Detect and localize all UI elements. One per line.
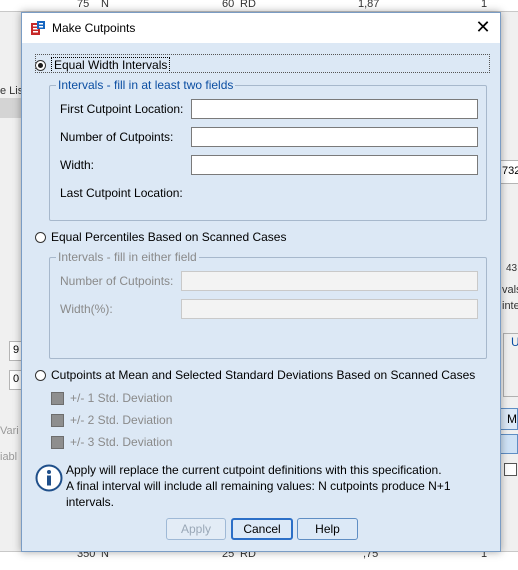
bg-fragment: Vari <box>0 425 19 437</box>
bg-field: 732 <box>499 160 518 184</box>
checkbox-disabled <box>51 435 64 449</box>
info-icon <box>35 464 63 492</box>
info-text-line: intervals. <box>66 495 115 509</box>
title-bar: Make Cutpoints ✕ <box>22 13 500 43</box>
sd-1-checkbox: +/- 1 Std. Deviation <box>51 391 172 405</box>
background-table-row-top: 75 N 60 RD 1,87 1 <box>0 0 518 12</box>
info-text-line: A final interval will include all remain… <box>66 479 451 493</box>
group-title: Intervals - fill in at least two fields <box>56 78 236 92</box>
bg-fragment: 43 <box>506 263 518 274</box>
bg-fragment: inte <box>502 300 518 312</box>
group-title: Intervals - fill in either field <box>56 250 199 264</box>
apply-button[interactable]: Apply <box>166 518 226 540</box>
info-text-line: Apply will replace the current cutpoint … <box>66 463 442 477</box>
help-button[interactable]: Help <box>297 518 358 540</box>
equal-percentiles-radio[interactable]: Equal Percentiles Based on Scanned Cases <box>35 228 286 246</box>
first-cutpoint-input[interactable] <box>191 99 478 119</box>
sd-2-checkbox: +/- 2 Std. Deviation <box>51 413 172 427</box>
make-cutpoints-dialog: Make Cutpoints ✕ Equal Width Intervals I… <box>21 12 501 552</box>
bg-button: M <box>500 408 518 430</box>
bg-button <box>500 434 518 454</box>
sd-3-checkbox: +/- 3 Std. Deviation <box>51 435 172 449</box>
bg-cell-num: 75 <box>77 0 90 10</box>
focus-rectangle <box>35 54 490 73</box>
bg-cell-unit: N <box>101 0 109 10</box>
bg-cell-val: 60 <box>222 0 235 10</box>
mean-sd-radio[interactable]: Cutpoints at Mean and Selected Standard … <box>35 366 475 384</box>
close-button[interactable]: ✕ <box>470 16 496 40</box>
last-cutpoint-label: Last Cutpoint Location: <box>60 186 183 200</box>
width-input[interactable] <box>191 155 478 175</box>
checkbox-disabled <box>51 391 64 405</box>
bg-cell-dec: 1,87 <box>358 0 380 10</box>
sd-2-label: +/- 2 Std. Deviation <box>70 413 173 427</box>
width-label: Width: <box>60 158 95 172</box>
bg-group: U <box>503 333 518 397</box>
pct-width-label: Width(%): <box>60 302 113 316</box>
close-icon: ✕ <box>475 17 491 37</box>
bg-cell-last: 1 <box>481 0 488 10</box>
cancel-button[interactable]: Cancel <box>231 518 293 540</box>
background-table-row-bottom: 350 N 25 RD ,75 1 <box>0 548 518 570</box>
bg-header-strip <box>0 98 21 118</box>
first-cutpoint-label: First Cutpoint Location: <box>60 102 184 116</box>
bg-fragment: iabl <box>0 451 18 463</box>
dialog-title: Make Cutpoints <box>52 21 136 35</box>
radio-button[interactable] <box>35 231 46 243</box>
sd-1-label: +/- 1 Std. Deviation <box>70 391 173 405</box>
sd-3-label: +/- 3 Std. Deviation <box>70 435 173 449</box>
bg-checkbox <box>504 463 517 476</box>
spss-app-icon <box>31 21 45 35</box>
radio-button[interactable] <box>35 369 46 381</box>
mean-sd-label: Cutpoints at Mean and Selected Standard … <box>51 368 476 382</box>
bg-cell-code: RD <box>240 0 256 10</box>
equal-percentiles-label: Equal Percentiles Based on Scanned Cases <box>51 230 287 244</box>
pct-number-of-cutpoints-input <box>181 271 478 291</box>
bg-fragment: e Lis <box>0 85 24 97</box>
checkbox-disabled <box>51 413 64 427</box>
number-of-cutpoints-label: Number of Cutpoints: <box>60 130 174 144</box>
pct-width-input <box>181 299 478 319</box>
number-of-cutpoints-input[interactable] <box>191 127 478 147</box>
bg-fragment: vals <box>502 284 518 296</box>
pct-number-of-cutpoints-label: Number of Cutpoints: <box>60 274 174 288</box>
